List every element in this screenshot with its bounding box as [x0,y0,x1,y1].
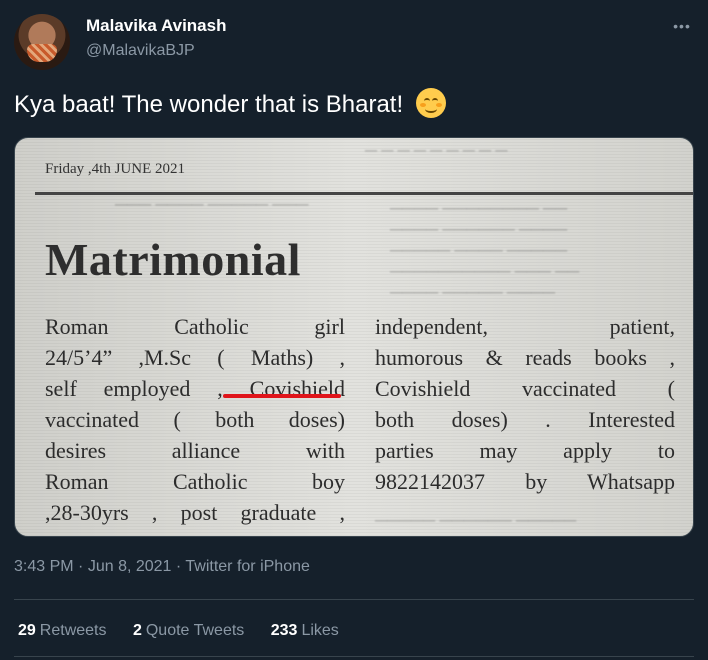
ad-line: desires alliance with [45,438,345,463]
meta-separator: · [175,558,186,575]
ad-line: 24/5’4” ,M.Sc ( Maths) , [45,345,345,370]
avatar[interactable] [14,14,70,70]
quote-tweets-count: 2 [132,622,142,639]
meta-separator: · [78,558,88,575]
background-blur-text: ─── ──── ───── ─── [115,195,309,214]
ad-line: Roman Catholic girl [45,314,345,339]
newspaper-clipping: ─ ─ ─ ─ ─ ─ ─ ─ ─ ──── ──────── ── ──── ─… [15,138,693,536]
newspaper-date: Friday ,4th JUNE 2021 [45,161,185,177]
background-blur-text: ─ ─ ─ ─ ─ ─ ─ ─ ─ [365,141,508,160]
background-blur-text: ──── ──────── ── ──── ────── ──── ───── ──… [390,199,580,302]
retweets-count: 29 [18,622,36,639]
divider [14,599,694,600]
likes-count: 233 [270,622,298,639]
author-handle[interactable]: @MalavikaBJP [86,42,195,60]
ad-line: 9822142037 by Whatsapp [375,469,675,494]
ad-line: vaccinated ( both doses) [45,407,345,432]
engagement-stats: 29 Retweets 2 Quote Tweets 233 Likes [18,622,361,640]
likes-stat[interactable]: 233 Likes [271,622,339,640]
tweet-image[interactable]: ─ ─ ─ ─ ─ ─ ─ ─ ─ ──── ──────── ── ──── ─… [14,137,694,537]
tweet-body: Kya baat! The wonder that is Bharat! [14,91,404,118]
tweet-source[interactable]: Twitter for iPhone [185,558,310,575]
quote-tweets-label: Quote Tweets [145,622,245,639]
tweet-time[interactable]: 3:43 PM [14,558,74,575]
ad-column-right: independent, patient, humorous & reads b… [375,311,675,497]
tweet-meta: 3:43 PM · Jun 8, 2021 · Twitter for iPho… [14,558,310,576]
ad-line: both doses) . Interested [375,407,675,432]
covishield-red-underline [223,394,341,398]
author-name[interactable]: Malavika Avinash [86,16,226,36]
likes-label: Likes [301,622,339,639]
background-blur-text: ───── ────── ───── [375,511,577,530]
quote-tweets-stat[interactable]: 2 Quote Tweets [133,622,244,640]
retweets-stat[interactable]: 29 Retweets [18,622,107,640]
divider [14,656,694,657]
newspaper-heading: Matrimonial [45,234,301,285]
ad-line: self employed , Covishield [45,376,345,401]
ad-line: independent, patient, [375,314,675,339]
ad-line: humorous & reads books , [375,345,675,370]
newspaper-rule [35,192,693,195]
tweet-date[interactable]: Jun 8, 2021 [88,558,172,575]
ad-line: ,28-30yrs , post graduate , [45,500,345,525]
ad-line: Covishield vaccinated ( [375,376,675,401]
ad-line: Roman Catholic boy [45,469,345,494]
tweet-text: Kya baat! The wonder that is Bharat! [14,88,446,119]
retweets-label: Retweets [39,622,107,639]
more-options-icon[interactable]: ••• [664,12,700,40]
smiling-face-emoji-icon [415,88,446,118]
ad-line: parties may apply to [375,438,675,463]
ad-column-left: Roman Catholic girl 24/5’4” ,M.Sc ( Math… [45,311,345,528]
